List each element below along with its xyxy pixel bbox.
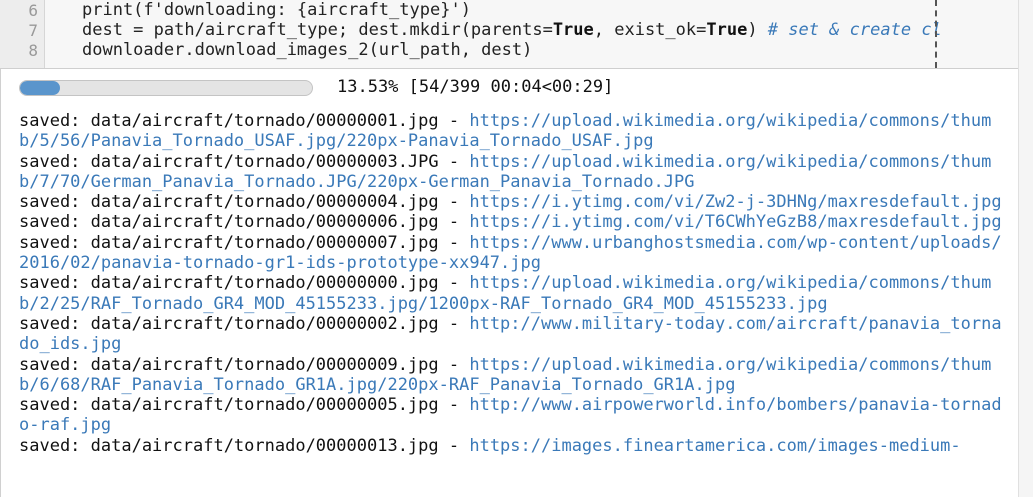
progress-row: 13.53% [54/399 00:04<00:29] [19, 75, 1009, 101]
saved-path-text: saved: data/aircraft/tornado/00000007.jp… [19, 232, 470, 253]
output-log: saved: data/aircraft/tornado/00000001.jp… [19, 111, 1014, 456]
log-entry: saved: data/aircraft/tornado/00000006.jp… [19, 212, 1009, 232]
progress-bar [19, 80, 313, 96]
saved-path-text: saved: data/aircraft/tornado/00000002.jp… [19, 313, 470, 334]
line-number: 7 [28, 21, 38, 40]
code-line[interactable]: dest = path/aircraft_type; dest.mkdir(pa… [82, 20, 942, 41]
saved-path-text: saved: data/aircraft/tornado/00000003.JP… [19, 151, 470, 172]
keyword-true: True [706, 20, 748, 40]
vertical-scrollbar[interactable] [1018, 0, 1033, 497]
keyword-true: True [552, 20, 594, 40]
image-url-link[interactable]: https://images.fineartamerica.com/images… [469, 436, 960, 456]
saved-path-text: saved: data/aircraft/tornado/00000009.jp… [19, 354, 470, 375]
line-number: 6 [28, 1, 38, 20]
log-entry: saved: data/aircraft/tornado/00000000.jp… [19, 273, 1009, 314]
saved-path-text: saved: data/aircraft/tornado/00000005.jp… [19, 395, 470, 416]
line-number: 8 [28, 41, 38, 60]
progress-text: 13.53% [54/399 00:04<00:29] [337, 77, 614, 97]
saved-path-text: saved: data/aircraft/tornado/00000006.jp… [19, 212, 470, 233]
saved-path-text: saved: data/aircraft/tornado/00000013.jp… [19, 435, 470, 456]
log-entry: saved: data/aircraft/tornado/00000004.jp… [19, 192, 1009, 212]
progress-bar-fill [20, 81, 60, 95]
cell-output: 13.53% [54/399 00:04<00:29] saved: data/… [0, 69, 1019, 497]
log-entry: saved: data/aircraft/tornado/00000009.jp… [19, 355, 1009, 396]
code-comment: # set & create cl [767, 20, 942, 40]
saved-path-text: saved: data/aircraft/tornado/00000001.jp… [19, 111, 470, 131]
code-text: print(f'downloading: {aircraft_type}') [82, 0, 471, 20]
line-number-gutter: 6 7 8 [0, 0, 45, 68]
log-entry: saved: data/aircraft/tornado/00000003.JP… [19, 152, 1009, 193]
log-entry: saved: data/aircraft/tornado/00000013.jp… [19, 436, 1009, 456]
line-length-ruler [935, 0, 937, 68]
log-entry: saved: data/aircraft/tornado/00000001.jp… [19, 111, 1009, 152]
code-text: , exist_ok= [593, 20, 707, 40]
code-text: downloader.download_images_2(url_path, d… [82, 40, 533, 60]
image-url-link[interactable]: https://i.ytimg.com/vi/Zw2-j-3DHNg/maxre… [469, 192, 1001, 212]
code-cell[interactable]: 6 7 8 print(f'downloading: {aircraft_typ… [0, 0, 1033, 69]
code-line[interactable]: downloader.download_images_2(url_path, d… [82, 40, 532, 61]
log-entry: saved: data/aircraft/tornado/00000002.jp… [19, 314, 1009, 355]
code-text: dest = path/aircraft_type; dest.mkdir(pa… [82, 20, 553, 40]
log-entry: saved: data/aircraft/tornado/00000005.jp… [19, 395, 1009, 436]
saved-path-text: saved: data/aircraft/tornado/00000004.jp… [19, 192, 470, 213]
image-url-link[interactable]: https://i.ytimg.com/vi/T6CWhYeGzB8/maxre… [469, 212, 1001, 232]
code-text: ) [747, 20, 768, 40]
saved-path-text: saved: data/aircraft/tornado/00000000.jp… [19, 273, 470, 294]
log-entry: saved: data/aircraft/tornado/00000007.jp… [19, 233, 1009, 274]
code-line[interactable]: print(f'downloading: {aircraft_type}') [82, 0, 471, 21]
